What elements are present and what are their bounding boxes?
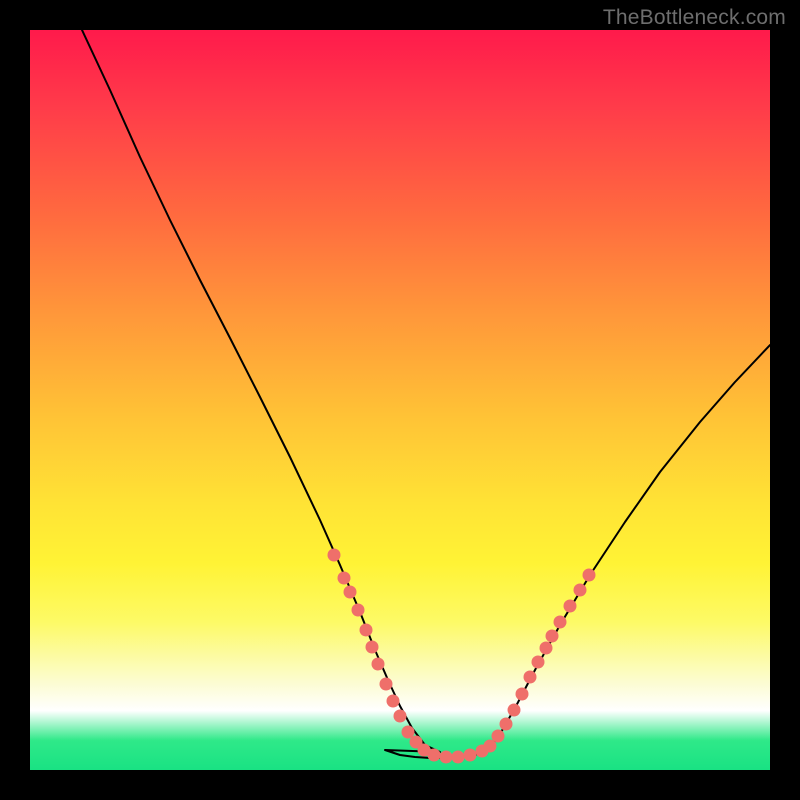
highlight-dot: [338, 572, 351, 585]
highlight-dot: [583, 569, 596, 582]
watermark-text: TheBottleneck.com: [603, 6, 786, 30]
highlight-dot: [440, 751, 453, 764]
highlight-dot: [387, 695, 400, 708]
highlight-dot: [428, 749, 441, 762]
highlight-dot: [360, 624, 373, 637]
highlight-dot: [516, 688, 529, 701]
highlight-dot: [328, 549, 341, 562]
highlight-dot: [574, 584, 587, 597]
highlight-dot: [524, 671, 537, 684]
highlight-dot: [452, 751, 465, 764]
highlight-dot: [508, 704, 521, 717]
highlight-markers: [328, 549, 596, 764]
highlight-dot: [540, 642, 553, 655]
highlight-dot: [344, 586, 357, 599]
highlight-dot: [352, 604, 365, 617]
highlight-dot: [546, 630, 559, 643]
highlight-dot: [532, 656, 545, 669]
highlight-dot: [394, 710, 407, 723]
highlight-dot: [380, 678, 393, 691]
curve-svg: [30, 30, 770, 770]
highlight-dot: [554, 616, 567, 629]
highlight-dot: [372, 658, 385, 671]
highlight-dot: [492, 730, 505, 743]
curve-paths: [82, 30, 770, 758]
chart-plot-area: [30, 30, 770, 770]
highlight-dot: [500, 718, 513, 731]
highlight-dot: [564, 600, 577, 613]
highlight-dot: [366, 641, 379, 654]
highlight-dot: [464, 749, 477, 762]
bottleneck-curve: [82, 30, 770, 758]
